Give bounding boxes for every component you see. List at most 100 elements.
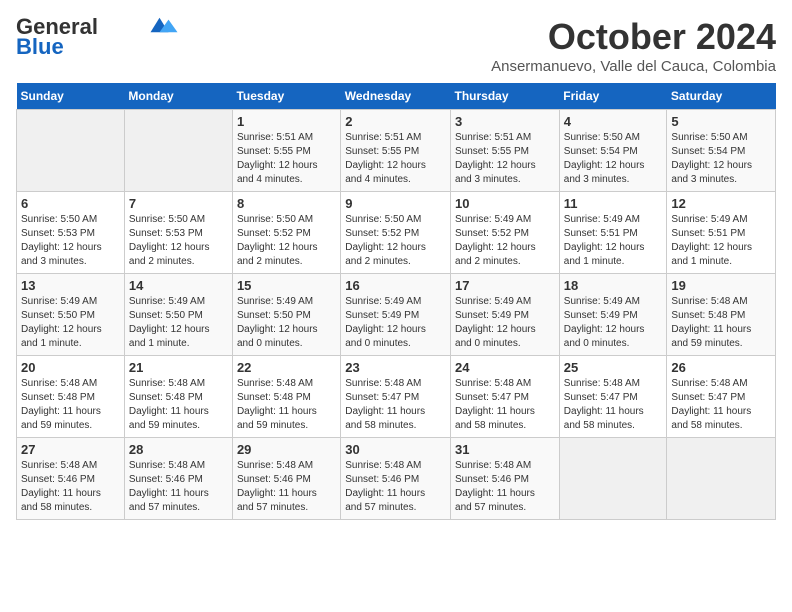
day-number: 4 xyxy=(564,114,663,129)
day-number: 22 xyxy=(237,360,336,375)
day-number: 2 xyxy=(345,114,446,129)
calendar-cell xyxy=(17,110,125,192)
day-number: 15 xyxy=(237,278,336,293)
day-number: 16 xyxy=(345,278,446,293)
calendar-cell: 23Sunrise: 5:48 AM Sunset: 5:47 PM Dayli… xyxy=(341,356,451,438)
day-number: 24 xyxy=(455,360,555,375)
calendar-cell: 22 Sunrise: 5:48 AM Sunset: 5:48 PM Dayli… xyxy=(232,356,340,438)
calendar-cell: 16 Sunrise: 5:49 AM Sunset: 5:49 PM Dayli… xyxy=(341,274,451,356)
day-number: 20 xyxy=(21,360,120,375)
day-info: Sunrise: 5:49 AM Sunset: 5:50 PM Dayligh… xyxy=(129,295,228,351)
calendar-cell: 15 Sunrise: 5:49 AM Sunset: 5:50 PM Dayli… xyxy=(232,274,340,356)
calendar-cell xyxy=(559,438,667,520)
header-monday: Monday xyxy=(124,83,232,110)
day-info: Sunrise: 5:48 AM Sunset: 5:46 PM Dayligh… xyxy=(237,459,336,515)
day-info: Sunrise: 5:48 AM Sunset: 5:46 PM Dayligh… xyxy=(345,459,446,515)
day-info: Sunrise: 5:49 AM Sunset: 5:51 PM Dayligh… xyxy=(671,213,771,269)
title-area: October 2024 Ansermanuevo, Valle del Cau… xyxy=(491,16,776,75)
calendar-header-row: SundayMondayTuesdayWednesdayThursdayFrid… xyxy=(17,83,776,110)
header-tuesday: Tuesday xyxy=(232,83,340,110)
week-row-4: 20 Sunrise: 5:48 AM Sunset: 5:48 PM Dayli… xyxy=(17,356,776,438)
logo: General Blue xyxy=(16,16,178,58)
calendar-cell: 26Sunrise: 5:48 AM Sunset: 5:47 PM Dayli… xyxy=(667,356,776,438)
week-row-2: 6 Sunrise: 5:50 AM Sunset: 5:53 PM Daylig… xyxy=(17,192,776,274)
day-info: Sunrise: 5:49 AM Sunset: 5:50 PM Dayligh… xyxy=(237,295,336,351)
location-title: Ansermanuevo, Valle del Cauca, Colombia xyxy=(491,58,776,75)
day-info: Sunrise: 5:48 AM Sunset: 5:46 PM Dayligh… xyxy=(455,459,555,515)
calendar-cell: 25 Sunrise: 5:48 AM Sunset: 5:47 PM Dayli… xyxy=(559,356,667,438)
calendar-cell: 18 Sunrise: 5:49 AM Sunset: 5:49 PM Dayli… xyxy=(559,274,667,356)
day-number: 7 xyxy=(129,196,228,211)
day-number: 21 xyxy=(129,360,228,375)
day-info: Sunrise: 5:48 AM Sunset: 5:48 PM Dayligh… xyxy=(129,377,228,433)
day-number: 14 xyxy=(129,278,228,293)
day-number: 25 xyxy=(564,360,663,375)
day-info: Sunrise: 5:48 AM Sunset: 5:47 PM Dayligh… xyxy=(455,377,555,433)
day-number: 12 xyxy=(671,196,771,211)
day-number: 8 xyxy=(237,196,336,211)
day-info: Sunrise: 5:49 AM Sunset: 5:49 PM Dayligh… xyxy=(345,295,446,351)
calendar-cell: 24 Sunrise: 5:48 AM Sunset: 5:47 PM Dayli… xyxy=(451,356,560,438)
calendar-cell: 11 Sunrise: 5:49 AM Sunset: 5:51 PM Dayli… xyxy=(559,192,667,274)
day-info: Sunrise: 5:49 AM Sunset: 5:49 PM Dayligh… xyxy=(564,295,663,351)
day-number: 11 xyxy=(564,196,663,211)
day-number: 3 xyxy=(455,114,555,129)
calendar-cell: 13Sunrise: 5:49 AM Sunset: 5:50 PM Dayli… xyxy=(17,274,125,356)
header-thursday: Thursday xyxy=(451,83,560,110)
day-number: 6 xyxy=(21,196,120,211)
header-wednesday: Wednesday xyxy=(341,83,451,110)
calendar-cell: 12 Sunrise: 5:49 AM Sunset: 5:51 PM Dayli… xyxy=(667,192,776,274)
day-number: 9 xyxy=(345,196,446,211)
day-info: Sunrise: 5:50 AM Sunset: 5:52 PM Dayligh… xyxy=(345,213,446,269)
day-number: 18 xyxy=(564,278,663,293)
week-row-3: 13Sunrise: 5:49 AM Sunset: 5:50 PM Dayli… xyxy=(17,274,776,356)
calendar-cell: 31Sunrise: 5:48 AM Sunset: 5:46 PM Dayli… xyxy=(451,438,560,520)
day-number: 19 xyxy=(671,278,771,293)
header-saturday: Saturday xyxy=(667,83,776,110)
day-number: 28 xyxy=(129,442,228,457)
day-info: Sunrise: 5:49 AM Sunset: 5:49 PM Dayligh… xyxy=(455,295,555,351)
day-info: Sunrise: 5:48 AM Sunset: 5:46 PM Dayligh… xyxy=(21,459,120,515)
calendar-cell: 9 Sunrise: 5:50 AM Sunset: 5:52 PM Daylig… xyxy=(341,192,451,274)
header-friday: Friday xyxy=(559,83,667,110)
day-info: Sunrise: 5:48 AM Sunset: 5:47 PM Dayligh… xyxy=(564,377,663,433)
day-info: Sunrise: 5:48 AM Sunset: 5:47 PM Dayligh… xyxy=(671,377,771,433)
page-header: General Blue October 2024 Ansermanuevo, … xyxy=(16,16,776,75)
day-number: 5 xyxy=(671,114,771,129)
calendar-cell: 6Sunrise: 5:50 AM Sunset: 5:53 PM Daylig… xyxy=(17,192,125,274)
day-info: Sunrise: 5:51 AM Sunset: 5:55 PM Dayligh… xyxy=(345,131,446,187)
calendar-cell xyxy=(667,438,776,520)
logo-blue: Blue xyxy=(16,36,64,58)
calendar-cell: 3 Sunrise: 5:51 AM Sunset: 5:55 PM Daylig… xyxy=(451,110,560,192)
day-info: Sunrise: 5:49 AM Sunset: 5:50 PM Dayligh… xyxy=(21,295,120,351)
calendar-cell: 10 Sunrise: 5:49 AM Sunset: 5:52 PM Dayli… xyxy=(451,192,560,274)
day-number: 17 xyxy=(455,278,555,293)
day-number: 10 xyxy=(455,196,555,211)
calendar-cell: 14 Sunrise: 5:49 AM Sunset: 5:50 PM Dayli… xyxy=(124,274,232,356)
calendar-cell xyxy=(124,110,232,192)
day-info: Sunrise: 5:50 AM Sunset: 5:52 PM Dayligh… xyxy=(237,213,336,269)
calendar-cell: 4 Sunrise: 5:50 AM Sunset: 5:54 PM Daylig… xyxy=(559,110,667,192)
day-number: 23 xyxy=(345,360,446,375)
calendar-cell: 27Sunrise: 5:48 AM Sunset: 5:46 PM Dayli… xyxy=(17,438,125,520)
calendar-cell: 7 Sunrise: 5:50 AM Sunset: 5:53 PM Daylig… xyxy=(124,192,232,274)
calendar-cell: 19Sunrise: 5:48 AM Sunset: 5:48 PM Dayli… xyxy=(667,274,776,356)
day-info: Sunrise: 5:50 AM Sunset: 5:54 PM Dayligh… xyxy=(671,131,771,187)
day-info: Sunrise: 5:50 AM Sunset: 5:54 PM Dayligh… xyxy=(564,131,663,187)
day-info: Sunrise: 5:51 AM Sunset: 5:55 PM Dayligh… xyxy=(455,131,555,187)
day-info: Sunrise: 5:50 AM Sunset: 5:53 PM Dayligh… xyxy=(129,213,228,269)
calendar-cell: 30Sunrise: 5:48 AM Sunset: 5:46 PM Dayli… xyxy=(341,438,451,520)
day-info: Sunrise: 5:48 AM Sunset: 5:48 PM Dayligh… xyxy=(237,377,336,433)
calendar-cell: 1Sunrise: 5:51 AM Sunset: 5:55 PM Daylig… xyxy=(232,110,340,192)
week-row-1: 1Sunrise: 5:51 AM Sunset: 5:55 PM Daylig… xyxy=(17,110,776,192)
day-info: Sunrise: 5:48 AM Sunset: 5:48 PM Dayligh… xyxy=(21,377,120,433)
calendar-cell: 2 Sunrise: 5:51 AM Sunset: 5:55 PM Daylig… xyxy=(341,110,451,192)
day-info: Sunrise: 5:48 AM Sunset: 5:46 PM Dayligh… xyxy=(129,459,228,515)
calendar-table: SundayMondayTuesdayWednesdayThursdayFrid… xyxy=(16,83,776,520)
day-info: Sunrise: 5:49 AM Sunset: 5:52 PM Dayligh… xyxy=(455,213,555,269)
day-info: Sunrise: 5:49 AM Sunset: 5:51 PM Dayligh… xyxy=(564,213,663,269)
calendar-cell: 5 Sunrise: 5:50 AM Sunset: 5:54 PM Daylig… xyxy=(667,110,776,192)
month-title: October 2024 xyxy=(491,16,776,58)
week-row-5: 27Sunrise: 5:48 AM Sunset: 5:46 PM Dayli… xyxy=(17,438,776,520)
calendar-cell: 20 Sunrise: 5:48 AM Sunset: 5:48 PM Dayli… xyxy=(17,356,125,438)
